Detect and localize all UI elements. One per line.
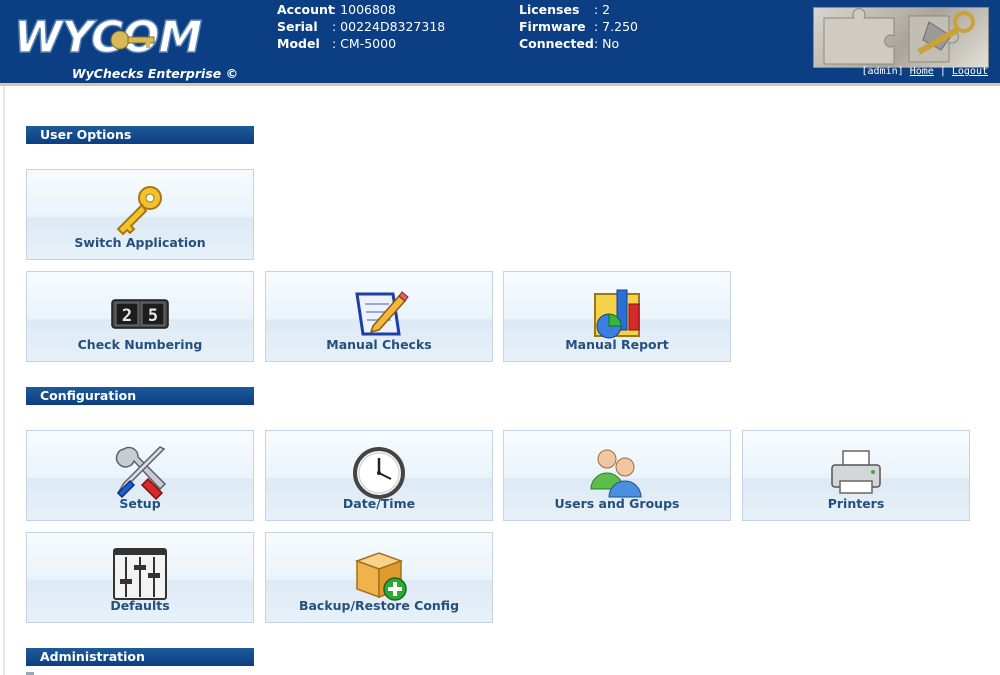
notepad-pencil-icon: [355, 291, 409, 336]
backup-restore-tile[interactable]: Backup/Restore Config: [265, 532, 493, 623]
tile-label: Defaults: [110, 598, 170, 613]
clock-icon: [353, 447, 405, 499]
manual-checks-tile[interactable]: Manual Checks: [265, 271, 493, 362]
serial-value: : 00224D8327318: [332, 19, 446, 34]
tile-label: Setup: [119, 496, 161, 511]
firmware-label: Firmware: [519, 19, 586, 34]
date-time-tile[interactable]: Date/Time: [265, 430, 493, 521]
tile-label: Users and Groups: [554, 496, 680, 511]
firmware-value: : 7.250: [594, 19, 638, 34]
users-groups-tile[interactable]: Users and Groups: [503, 430, 731, 521]
product-tagline: WyChecks Enterprise ©: [71, 66, 239, 81]
connected-value: : No: [594, 36, 620, 51]
tools-icon: [115, 446, 167, 501]
home-link[interactable]: Home: [910, 66, 934, 77]
tile-label: Printers: [827, 496, 885, 511]
tile-label: Date/Time: [342, 496, 416, 511]
sliders-icon: [113, 548, 167, 600]
svg-text:WYCOM: WYCOM: [14, 12, 202, 62]
printer-icon: [831, 450, 881, 494]
counter-icon: 2 5: [111, 299, 169, 329]
manual-report-tile[interactable]: Manual Report: [503, 271, 731, 362]
logout-link[interactable]: Logout: [952, 66, 988, 77]
user-links: [admin] Home | Logout: [862, 66, 989, 77]
puzzle-key-image: [813, 7, 989, 68]
current-user: [admin]: [861, 66, 904, 77]
account-label: Account: [277, 2, 334, 17]
header-bar: WYCOM WyChecks Enterprise © Account : 10…: [0, 0, 1000, 86]
account-value: : 1006808: [332, 2, 396, 17]
model-label: Model: [277, 36, 320, 51]
connected-label: Connected: [519, 36, 594, 51]
link-separator: |: [939, 66, 946, 77]
section-administration: Administration: [26, 648, 254, 666]
tile-label: Manual Checks: [326, 337, 432, 352]
counter-digit-1: 2: [122, 306, 132, 326]
counter-digit-2: 5: [148, 306, 158, 326]
licenses-label: Licenses: [519, 2, 580, 17]
left-border: [3, 86, 5, 675]
users-icon: [590, 449, 642, 498]
report-chart-icon: [594, 289, 640, 339]
switch-application-tile[interactable]: Switch Application: [26, 169, 254, 260]
section-configuration: Configuration: [26, 387, 254, 405]
key-icon: [116, 186, 162, 236]
wycom-logo: WYCOM: [13, 11, 203, 62]
defaults-tile[interactable]: Defaults: [26, 532, 254, 623]
tile-label: Check Numbering: [77, 337, 203, 352]
model-value: : CM-5000: [332, 36, 397, 51]
licenses-value: : 2: [594, 2, 611, 17]
section-user-options: User Options: [26, 126, 254, 144]
check-numbering-tile[interactable]: 2 5 Check Numbering: [26, 271, 254, 362]
box-add-icon: [354, 552, 407, 601]
tile-label: Backup/Restore Config: [298, 598, 460, 613]
tile-label: Manual Report: [565, 337, 669, 352]
setup-tile[interactable]: Setup: [26, 430, 254, 521]
tile-label: Switch Application: [74, 235, 206, 250]
serial-label: Serial: [277, 19, 318, 34]
printers-tile[interactable]: Printers: [742, 430, 970, 521]
